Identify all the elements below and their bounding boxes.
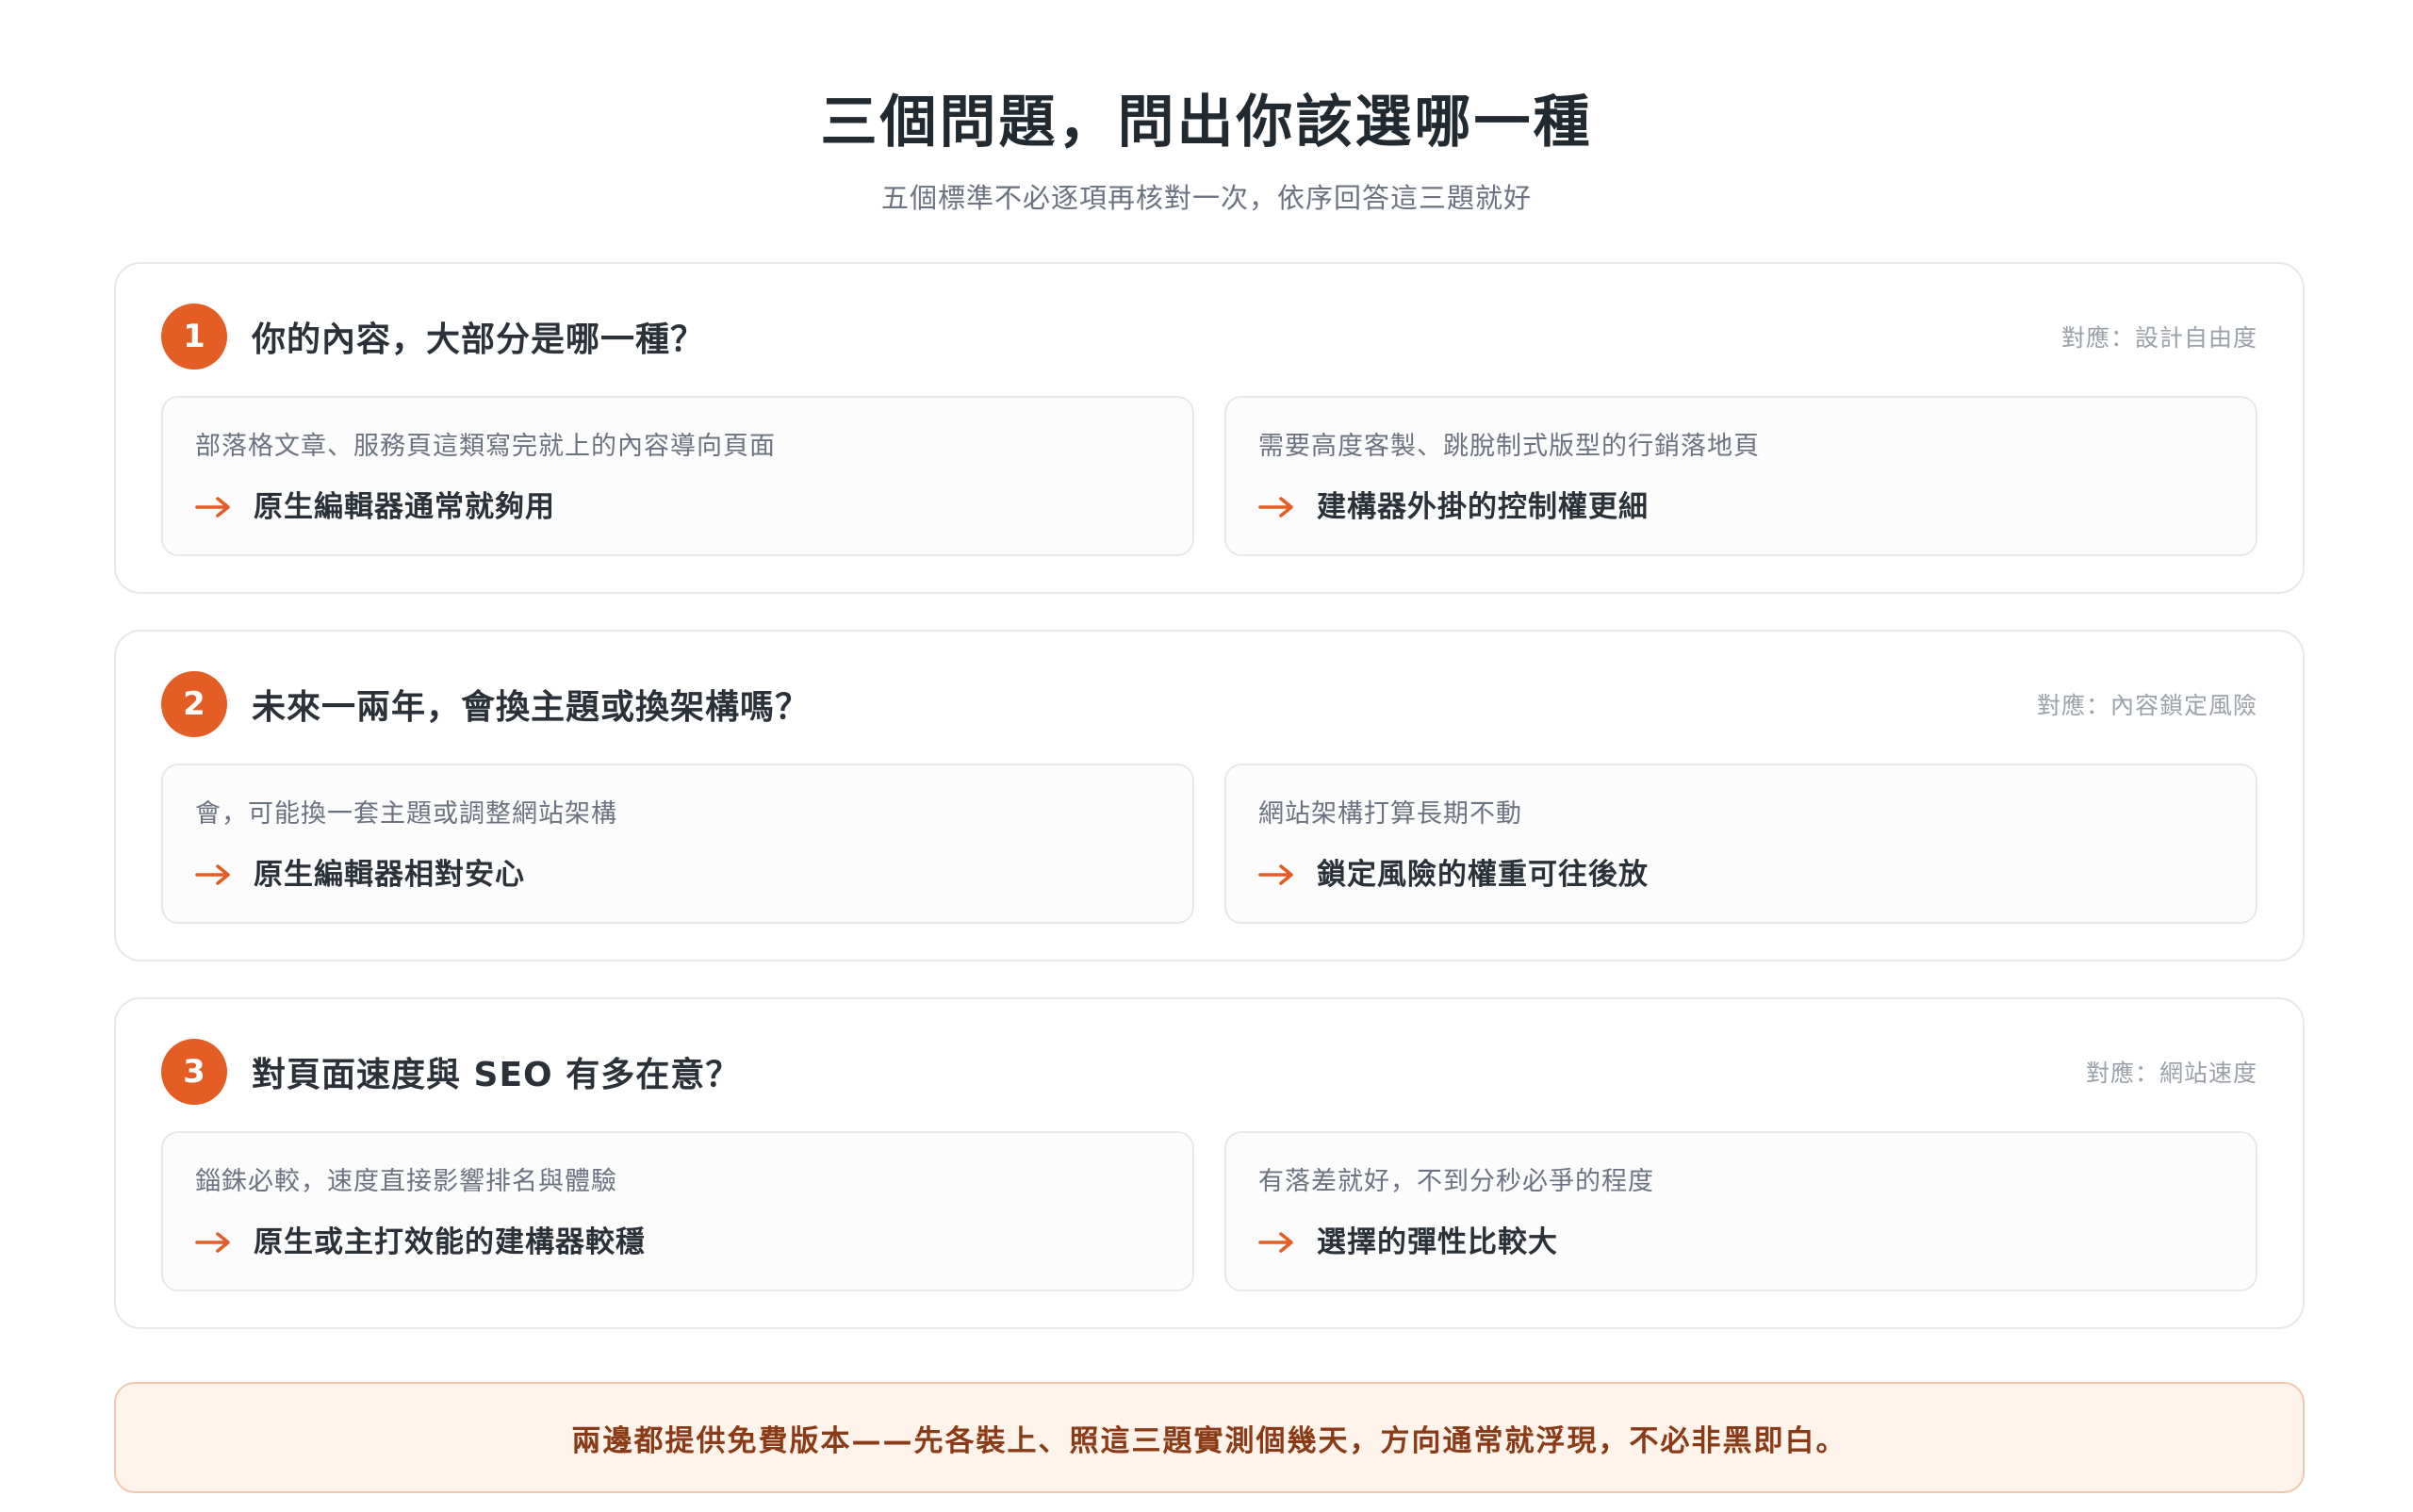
question-header: 2 未來一兩年，會換主題或換架構嗎？ 對應：內容鎖定風險 [161, 671, 2257, 737]
question-header: 1 你的內容，大部分是哪一種？ 對應：設計自由度 [161, 304, 2257, 370]
option-condition: 需要高度客製、跳脫制式版型的行銷落地頁 [1258, 432, 1760, 461]
arrow-right-icon [1258, 497, 1293, 518]
answer-options: 會，可能換一套主題或調整網站架構 原生編輯器相對安心 網站架構打算長期不動 鎖定… [161, 764, 2257, 924]
option-condition: 部落格文章、服務頁這類寫完就上的內容導向頁面 [195, 432, 776, 461]
question-card-2: 2 未來一兩年，會換主題或換架構嗎？ 對應：內容鎖定風險 會，可能換一套主題或調… [114, 630, 2305, 961]
page-subtitle: 五個標準不必逐項再核對一次，依序回答這三題就好 [880, 182, 1532, 214]
question-text: 對頁面速度與 SEO 有多在意？ [252, 1056, 741, 1094]
tip-callout: 兩邊都提供免費版本——先各裝上、照這三題實測個幾天，方向通常就浮現，不必非黑即白… [114, 1382, 2305, 1493]
arrow-right-icon [195, 497, 230, 518]
criterion-mapping: 對應：網站速度 [2085, 1060, 2257, 1087]
arrow-right-icon [1258, 864, 1293, 885]
option-condition: 有落差就好，不到分秒必爭的程度 [1258, 1167, 1654, 1196]
page-title: 三個問題，問出你該選哪一種 [820, 90, 1593, 156]
criterion-mapping: 對應：設計自由度 [2060, 324, 2257, 352]
question-number-badge: 1 [161, 304, 227, 370]
answer-option: 部落格文章、服務頁這類寫完就上的內容導向頁面 原生編輯器通常就夠用 [161, 396, 1194, 556]
answer-options: 錙銖必較，速度直接影響排名與體驗 原生或主打效能的建構器較穩 有落差就好，不到分… [161, 1131, 2257, 1291]
answer-option: 網站架構打算長期不動 鎖定風險的權重可往後放 [1224, 764, 2257, 924]
question-text: 未來一兩年，會換主題或換架構嗎？ [252, 688, 811, 727]
answer-option: 有落差就好，不到分秒必爭的程度 選擇的彈性比較大 [1224, 1131, 2257, 1291]
arrow-right-icon [195, 864, 230, 885]
option-result-text: 原生或主打效能的建構器較穩 [254, 1225, 646, 1259]
tip-text: 兩邊都提供免費版本——先各裝上、照這三題實測個幾天，方向通常就浮現，不必非黑即白… [571, 1423, 1847, 1458]
option-result-text: 選擇的彈性比較大 [1317, 1225, 1558, 1259]
option-result: 原生或主打效能的建構器較穩 [195, 1222, 1160, 1263]
page-header: 三個問題，問出你該選哪一種 五個標準不必逐項再核對一次，依序回答這三題就好 [0, 83, 2413, 217]
criterion-mapping: 對應：內容鎖定風險 [2036, 692, 2257, 719]
option-condition: 錙銖必較，速度直接影響排名與體驗 [195, 1167, 617, 1196]
answer-option: 錙銖必較，速度直接影響排名與體驗 原生或主打效能的建構器較穩 [161, 1131, 1194, 1291]
question-header: 3 對頁面速度與 SEO 有多在意？ 對應：網站速度 [161, 1039, 2257, 1105]
option-result-text: 原生編輯器相對安心 [254, 858, 525, 892]
answer-option: 會，可能換一套主題或調整網站架構 原生編輯器相對安心 [161, 764, 1194, 924]
answer-option: 需要高度客製、跳脫制式版型的行銷落地頁 建構器外掛的控制權更細 [1224, 396, 2257, 556]
option-result-text: 建構器外掛的控制權更細 [1317, 490, 1649, 524]
option-condition: 網站架構打算長期不動 [1258, 799, 1522, 829]
option-result: 原生編輯器相對安心 [195, 854, 1160, 896]
question-text: 你的內容，大部分是哪一種？ [252, 320, 706, 359]
option-result: 原生編輯器通常就夠用 [195, 486, 1160, 528]
option-result: 建構器外掛的控制權更細 [1258, 486, 2224, 528]
option-condition: 會，可能換一套主題或調整網站架構 [195, 799, 617, 829]
arrow-right-icon [1258, 1232, 1293, 1253]
option-result: 選擇的彈性比較大 [1258, 1222, 2224, 1263]
option-result: 鎖定風險的權重可往後放 [1258, 854, 2224, 896]
question-number-badge: 3 [161, 1039, 227, 1105]
arrow-right-icon [195, 1232, 230, 1253]
question-card-1: 1 你的內容，大部分是哪一種？ 對應：設計自由度 部落格文章、服務頁這類寫完就上… [114, 262, 2305, 594]
question-card-3: 3 對頁面速度與 SEO 有多在意？ 對應：網站速度 錙銖必較，速度直接影響排名… [114, 997, 2305, 1329]
option-result-text: 原生編輯器通常就夠用 [254, 490, 555, 524]
question-number-badge: 2 [161, 671, 227, 737]
option-result-text: 鎖定風險的權重可往後放 [1317, 858, 1649, 892]
answer-options: 部落格文章、服務頁這類寫完就上的內容導向頁面 原生編輯器通常就夠用 需要高度客製… [161, 396, 2257, 556]
